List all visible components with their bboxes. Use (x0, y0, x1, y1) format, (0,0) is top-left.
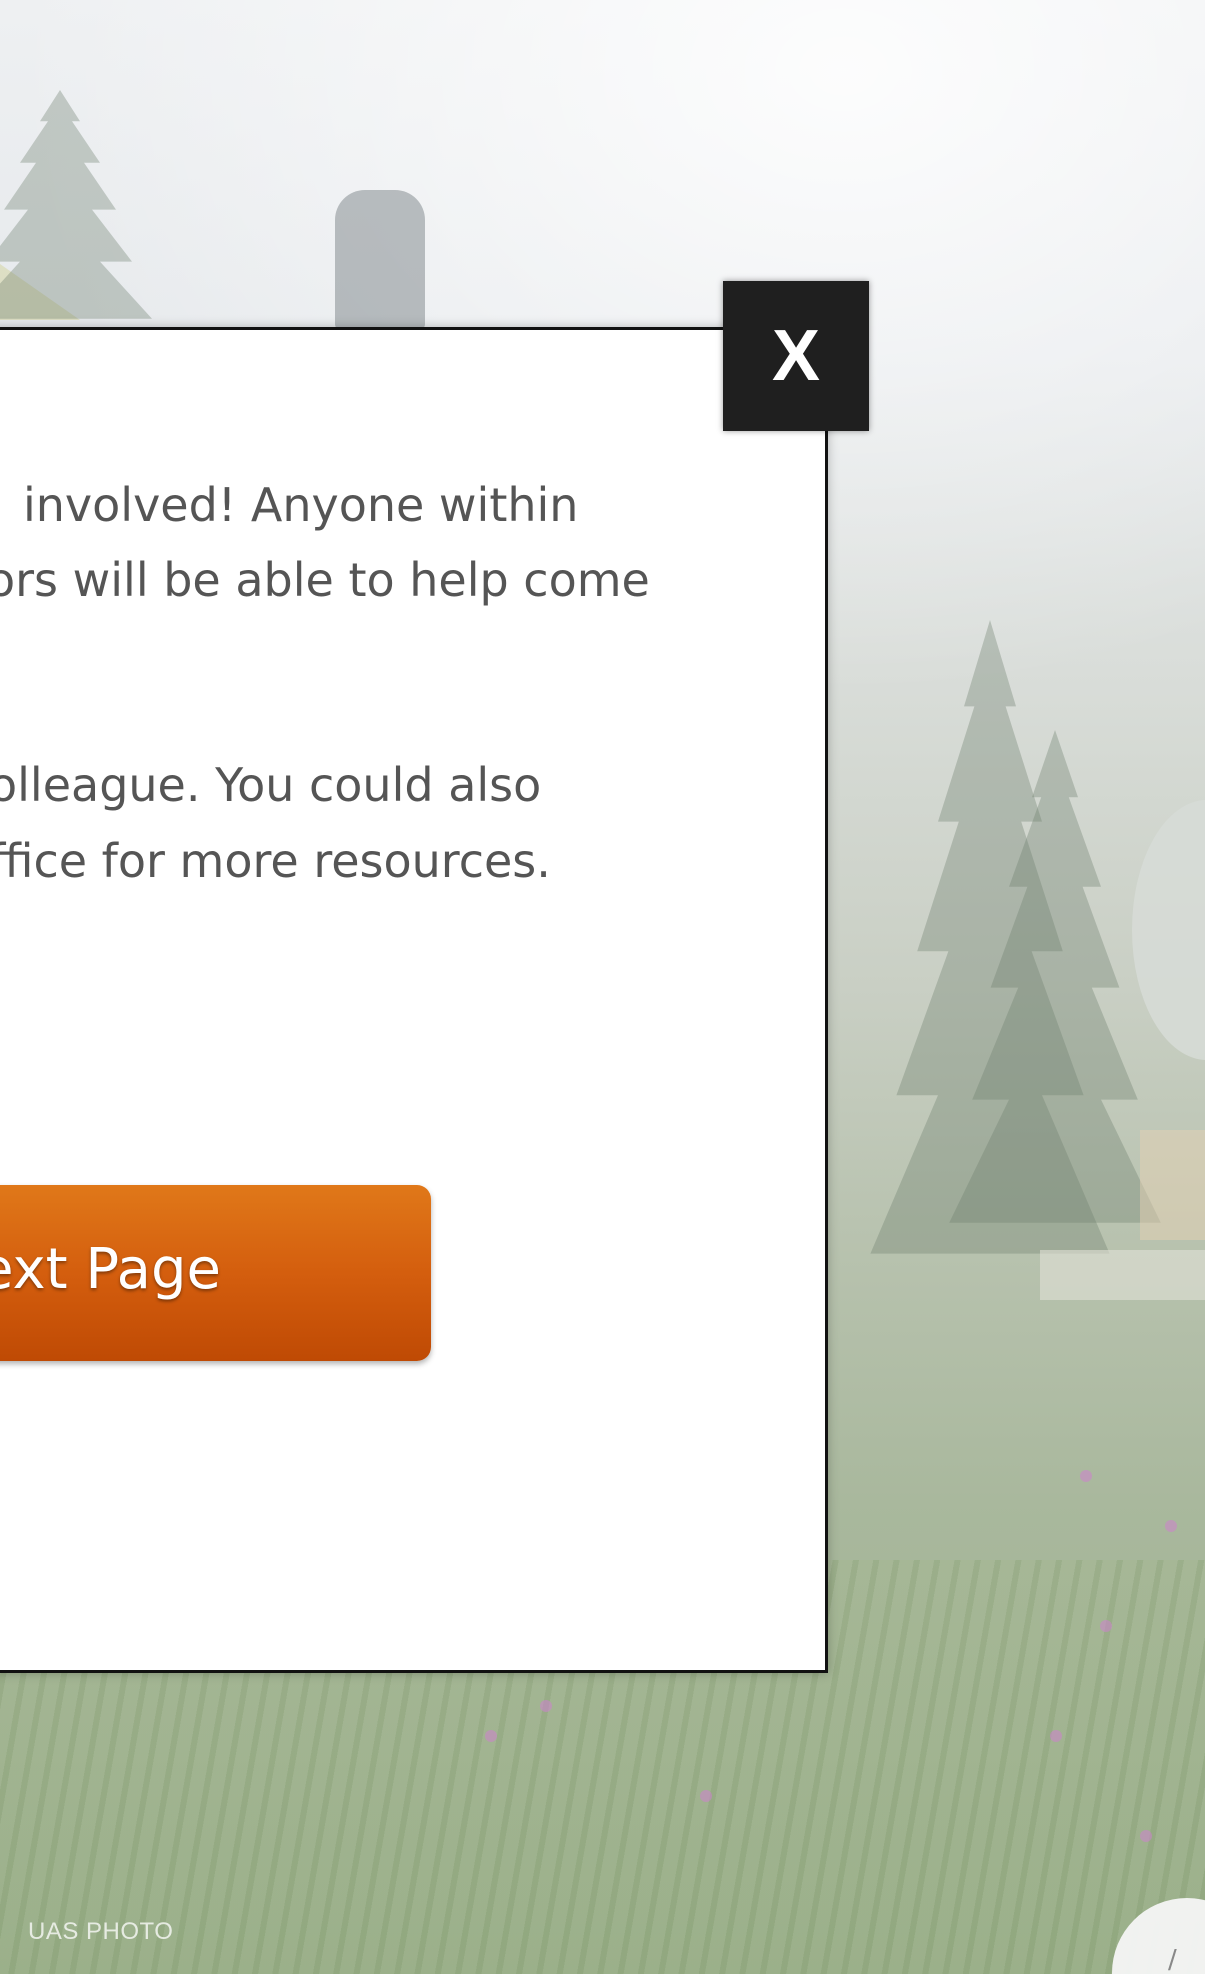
road (1040, 1250, 1205, 1300)
modal-text-line: involved! Anyone within (23, 478, 579, 532)
next-page-label: ext Page (0, 1237, 221, 1302)
next-page-button[interactable]: ext Page (0, 1185, 431, 1361)
flower (700, 1790, 712, 1802)
side-nav-button[interactable] (1132, 800, 1205, 1060)
building (1140, 1130, 1205, 1240)
flower (485, 1730, 497, 1742)
flower (1080, 1470, 1092, 1482)
flower (540, 1700, 552, 1712)
flower (1050, 1730, 1062, 1742)
modal-text-line: olleague. You could also (0, 758, 542, 812)
flower (1165, 1520, 1177, 1532)
modal-text-line: ors will be able to help come (0, 553, 650, 607)
corner-arrow-icon: / (1168, 1945, 1177, 1974)
close-icon: X (771, 316, 821, 396)
modal-dialog: involved! Anyone within ors will be able… (0, 327, 828, 1673)
flower (1140, 1830, 1152, 1842)
flower (1100, 1620, 1112, 1632)
close-button[interactable]: X (723, 281, 869, 431)
totem-pole (335, 190, 425, 330)
modal-text-line: ffice for more resources. (0, 834, 551, 888)
photo-credit: UAS PHOTO (28, 1918, 174, 1945)
